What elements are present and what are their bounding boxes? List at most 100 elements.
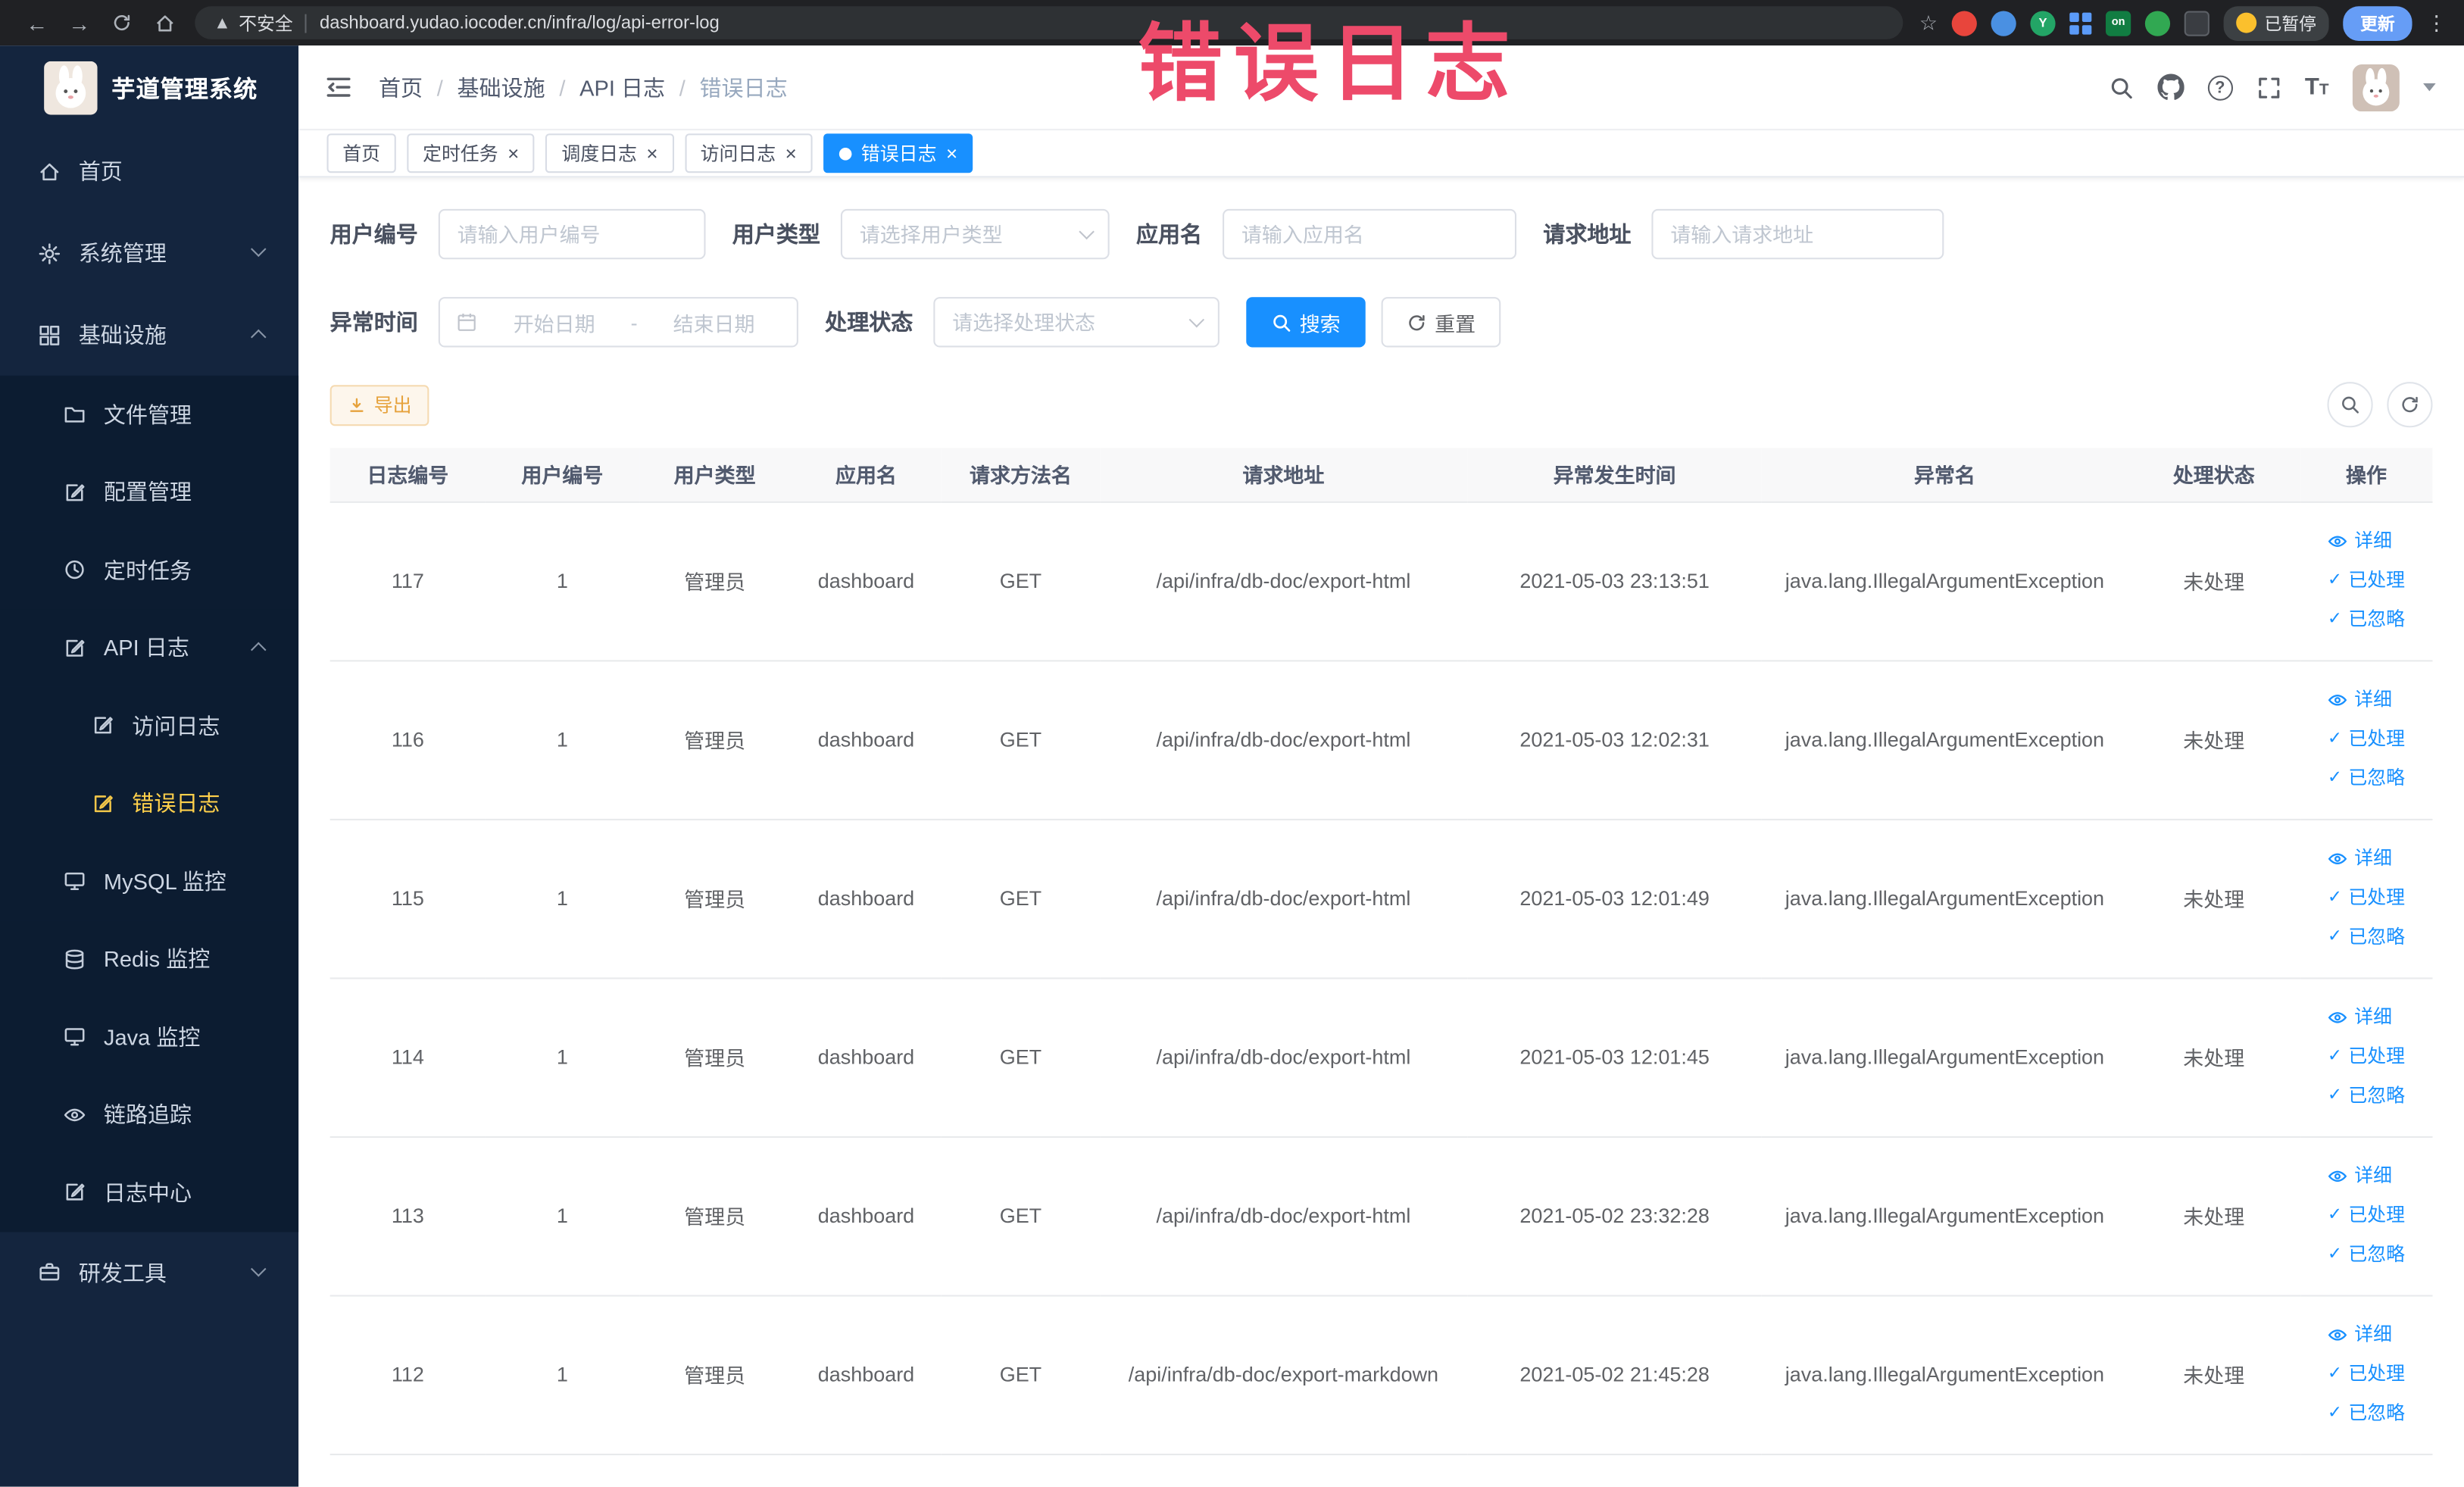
export-button[interactable]: 导出: [329, 384, 429, 426]
mark-ignored-link[interactable]: ✓ 已忽略: [2328, 1076, 2405, 1116]
back-icon[interactable]: ←: [16, 2, 58, 44]
sidebar-item-label: 日志中心: [103, 1179, 192, 1205]
app-frame: 芋道管理系统 首页 系统管理 基础设施 文件管理 配置管理 定时任务 API 日志 访问日志错…: [0, 45, 2464, 1487]
browser-menu-icon[interactable]: ⋮: [2426, 10, 2448, 35]
detail-link[interactable]: 详细: [2328, 998, 2392, 1037]
eye-icon: [63, 1103, 86, 1126]
mark-ignored-link[interactable]: ✓ 已忽略: [2328, 918, 2405, 957]
extension-puzzle-icon[interactable]: [2184, 10, 2209, 36]
search-icon[interactable]: [2109, 75, 2134, 100]
paused-extension-badge[interactable]: 已暂停: [2223, 5, 2329, 40]
sidebar-item-trace[interactable]: 链路追踪: [0, 1076, 299, 1154]
sidebar-item-api-log[interactable]: API 日志: [0, 608, 299, 687]
help-icon[interactable]: ?: [2207, 74, 2233, 100]
mark-processed-link[interactable]: ✓ 已处理: [2328, 1354, 2405, 1394]
sidebar-item-redis[interactable]: Redis 监控: [0, 920, 299, 998]
font-size-icon[interactable]: TT: [2305, 76, 2329, 99]
sidebar-item-dev-tools[interactable]: 研发工具: [0, 1231, 298, 1313]
detail-link[interactable]: 详细: [2328, 1315, 2392, 1354]
breadcrumb-separator: /: [679, 74, 685, 100]
detail-link[interactable]: 详细: [2328, 839, 2392, 879]
close-icon[interactable]: ×: [507, 142, 519, 164]
refresh-table-button[interactable]: [2387, 382, 2433, 428]
extension-icon[interactable]: [2144, 10, 2171, 36]
close-icon[interactable]: ×: [946, 142, 957, 164]
extension-icon[interactable]: Y: [2030, 10, 2056, 36]
sidebar-item-mysql[interactable]: MySQL 监控: [0, 842, 299, 920]
user-type-cell: 管理员: [639, 501, 791, 661]
request-url-input[interactable]: [1651, 208, 1944, 260]
breadcrumb-item-api-log[interactable]: API 日志: [579, 71, 665, 102]
method-cell: GET: [942, 660, 1100, 820]
detail-link[interactable]: 详细: [2328, 680, 2392, 720]
address-bar[interactable]: ▲ 不安全 dashboard.yudao.iocoder.cn/infra/l…: [195, 6, 1904, 39]
process-status-select[interactable]: [933, 297, 1220, 348]
edit-square-icon: [91, 714, 114, 737]
bookmark-star-icon[interactable]: ☆: [1919, 10, 1938, 35]
sidebar-item-file[interactable]: 文件管理: [0, 375, 299, 454]
toggle-search-button[interactable]: [2327, 382, 2373, 428]
reload-icon[interactable]: [101, 2, 143, 44]
tab-access-log[interactable]: 访问日志 ×: [684, 133, 813, 173]
mark-processed-link[interactable]: ✓ 已处理: [2328, 1037, 2405, 1076]
extension-on-icon[interactable]: on: [2105, 10, 2131, 36]
fullscreen-icon[interactable]: [2256, 75, 2281, 100]
chevron-down-icon[interactable]: [2423, 83, 2436, 92]
breadcrumb-item-home[interactable]: 首页: [379, 71, 423, 102]
detail-link[interactable]: 详细: [2328, 1157, 2392, 1196]
mark-ignored-link[interactable]: ✓ 已忽略: [2328, 759, 2405, 798]
user-id-input[interactable]: [438, 208, 706, 260]
extension-icon[interactable]: [1991, 10, 2016, 36]
extension-icon[interactable]: [1951, 10, 1977, 36]
extension-grid-icon[interactable]: [2069, 11, 2092, 34]
close-icon[interactable]: ×: [785, 142, 797, 164]
sidebar-item-access-log[interactable]: 访问日志: [0, 686, 299, 765]
breadcrumb-item-infra[interactable]: 基础设施: [457, 71, 545, 102]
sidebar-item-home[interactable]: 首页: [0, 130, 298, 212]
tab-error-log[interactable]: 错误日志 ×: [823, 133, 973, 173]
end-date-placeholder: 结束日期: [673, 311, 755, 336]
mark-processed-link[interactable]: ✓ 已处理: [2328, 561, 2405, 601]
close-icon[interactable]: ×: [646, 142, 657, 164]
mark-ignored-link[interactable]: ✓ 已忽略: [2328, 1394, 2405, 1433]
sidebar-item-label: MySQL 监控: [103, 868, 226, 894]
check-icon: ✓: [2327, 1403, 2343, 1423]
date-range-picker[interactable]: 开始日期 - 结束日期: [438, 297, 798, 348]
app-logo[interactable]: 芋道管理系统: [0, 45, 298, 130]
home-icon[interactable]: [143, 2, 186, 44]
home-icon: [38, 160, 61, 183]
user-type-cell: 管理员: [639, 977, 791, 1137]
forward-icon[interactable]: →: [58, 2, 101, 44]
reset-button[interactable]: 重置: [1381, 297, 1501, 348]
status-cell: 未处理: [2127, 1295, 2300, 1455]
avatar[interactable]: [2352, 64, 2400, 111]
sidebar-item-job[interactable]: 定时任务: [0, 531, 299, 609]
search-button[interactable]: 搜索: [1246, 297, 1366, 348]
sidebar-item-error-log[interactable]: 错误日志: [0, 764, 299, 842]
chrome-update-button[interactable]: 更新: [2343, 5, 2412, 40]
process-status-label: 处理状态: [825, 309, 913, 335]
mark-processed-link[interactable]: ✓ 已处理: [2328, 720, 2405, 759]
menu-fold-icon[interactable]: [323, 72, 353, 102]
time-cell: 2021-05-03 12:01:49: [1467, 818, 1762, 979]
method-cell: GET: [942, 1295, 1100, 1455]
sidebar-item-log-center[interactable]: 日志中心: [0, 1153, 299, 1232]
user-type-select[interactable]: [840, 208, 1110, 260]
tab-job-log[interactable]: 调度日志 ×: [545, 133, 674, 173]
column-header: 处理状态: [2127, 448, 2300, 502]
github-icon[interactable]: [2156, 73, 2184, 101]
mark-processed-link[interactable]: ✓ 已处理: [2328, 1196, 2405, 1236]
sidebar-item-system[interactable]: 系统管理: [0, 212, 298, 294]
sidebar-item-infra[interactable]: 基础设施: [0, 294, 298, 376]
user-type-cell: 管理员: [639, 660, 791, 820]
app-name-input[interactable]: [1223, 208, 1517, 260]
mark-processed-link[interactable]: ✓ 已处理: [2328, 879, 2405, 918]
detail-link[interactable]: 详细: [2328, 522, 2392, 561]
tab-job[interactable]: 定时任务 ×: [407, 133, 536, 173]
mark-ignored-link[interactable]: ✓ 已忽略: [2328, 1236, 2405, 1275]
table-tools: [2327, 382, 2433, 428]
sidebar-item-java[interactable]: Java 监控: [0, 998, 299, 1076]
mark-ignored-link[interactable]: ✓ 已忽略: [2328, 601, 2405, 640]
sidebar-item-config[interactable]: 配置管理: [0, 453, 299, 532]
tab-home[interactable]: 首页: [326, 133, 396, 173]
